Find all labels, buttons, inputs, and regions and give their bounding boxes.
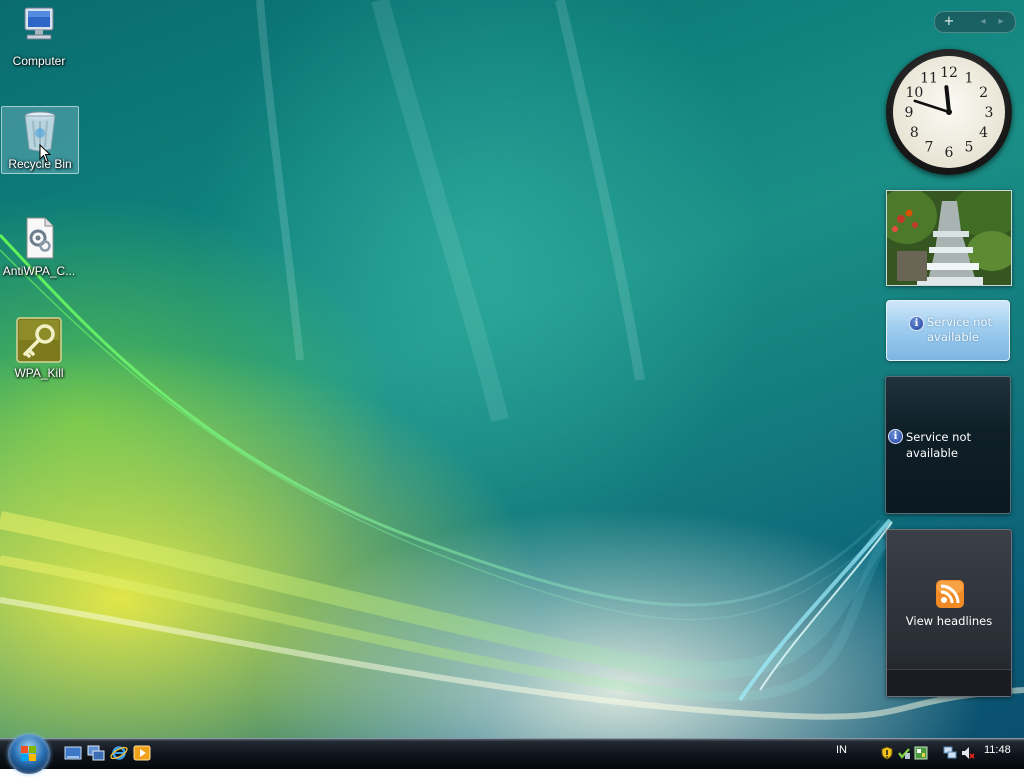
feed-footer: [887, 669, 1011, 696]
desktop-icon-label: Computer: [12, 54, 66, 68]
mouse-cursor-icon: [39, 144, 52, 163]
feed-headlines-gadget[interactable]: View headlines: [886, 529, 1012, 697]
wallpaper-streaks: [0, 0, 1024, 720]
clock-numeral: 4: [979, 125, 988, 141]
internet-explorer-icon[interactable]: [110, 745, 128, 761]
weather-gadget[interactable]: i Service not available: [886, 300, 1010, 361]
clock-numeral: 10: [905, 85, 923, 101]
clock-numeral: 8: [910, 125, 919, 141]
desktop[interactable]: Computer Recycle Bin AntiWPA_C... WPA_Ki…: [0, 0, 1024, 738]
desktop-icon-recycle-bin[interactable]: Recycle Bin: [1, 106, 79, 174]
slideshow-image: [887, 191, 1011, 285]
start-button[interactable]: [8, 734, 50, 774]
clock-numeral: 1: [965, 70, 974, 86]
stocks-gadget[interactable]: i Service not available: [885, 376, 1011, 514]
clock-numeral: 7: [925, 140, 934, 156]
clock-hour-hand: [944, 85, 951, 114]
desktop-icon-label: WPA_Kill: [14, 366, 64, 380]
defender-icon[interactable]: [897, 745, 911, 759]
clock-numeral: 6: [945, 145, 954, 161]
stocks-status: Service not available: [906, 430, 971, 460]
rss-feed-icon: [936, 580, 964, 608]
taskbar: [0, 738, 1024, 769]
slideshow-gadget[interactable]: [886, 190, 1012, 286]
clock-face: 1 2 3 4 5 6 7 8 9 10 11 12: [893, 56, 1005, 168]
clock-numeral: 3: [985, 105, 994, 121]
clock-numeral: 11: [920, 70, 938, 86]
clock-numeral: 2: [979, 85, 988, 101]
media-player-icon[interactable]: [133, 745, 151, 761]
volume-muted-icon[interactable]: [961, 745, 975, 759]
info-icon: i: [888, 429, 903, 444]
desktop-icon-label: AntiWPA_C...: [2, 264, 76, 278]
sidebar-controls: + ◂ ▸: [934, 11, 1016, 33]
network-status-icon[interactable]: [914, 745, 928, 760]
settings-file-icon: [15, 214, 63, 262]
language-indicator[interactable]: IN: [836, 744, 847, 756]
key-icon: [15, 316, 63, 364]
previous-gadgets-button[interactable]: ◂: [973, 13, 993, 31]
clock-dial: 1234567891011 12: [905, 65, 994, 161]
network-icon[interactable]: [943, 745, 957, 759]
security-shield-icon[interactable]: [880, 745, 894, 760]
add-gadget-button[interactable]: +: [939, 13, 959, 31]
computer-icon: [15, 4, 63, 52]
switch-windows-icon[interactable]: [87, 745, 105, 761]
weather-status: Service not available: [927, 315, 992, 344]
clock-gadget[interactable]: 1 2 3 4 5 6 7 8 9 10 11 12: [886, 49, 1012, 175]
clock-minute-hand: [913, 99, 951, 114]
next-gadgets-button[interactable]: ▸: [991, 13, 1011, 31]
clock-numeral: 9: [905, 105, 914, 121]
show-desktop-icon[interactable]: [64, 745, 82, 761]
clock-numeral: 12: [940, 65, 958, 81]
taskbar-clock[interactable]: 11:48: [984, 744, 1011, 756]
desktop-icon-wpa-kill[interactable]: WPA_Kill: [1, 316, 77, 380]
clock-center: [946, 109, 952, 115]
desktop-icon-computer[interactable]: Computer: [1, 4, 77, 68]
info-icon: i: [909, 316, 924, 331]
windows-logo-icon: [21, 746, 36, 761]
desktop-icon-antiwpa[interactable]: AntiWPA_C...: [1, 214, 77, 278]
clock-numeral: 5: [965, 140, 974, 156]
view-headlines-link[interactable]: View headlines: [887, 614, 1011, 628]
